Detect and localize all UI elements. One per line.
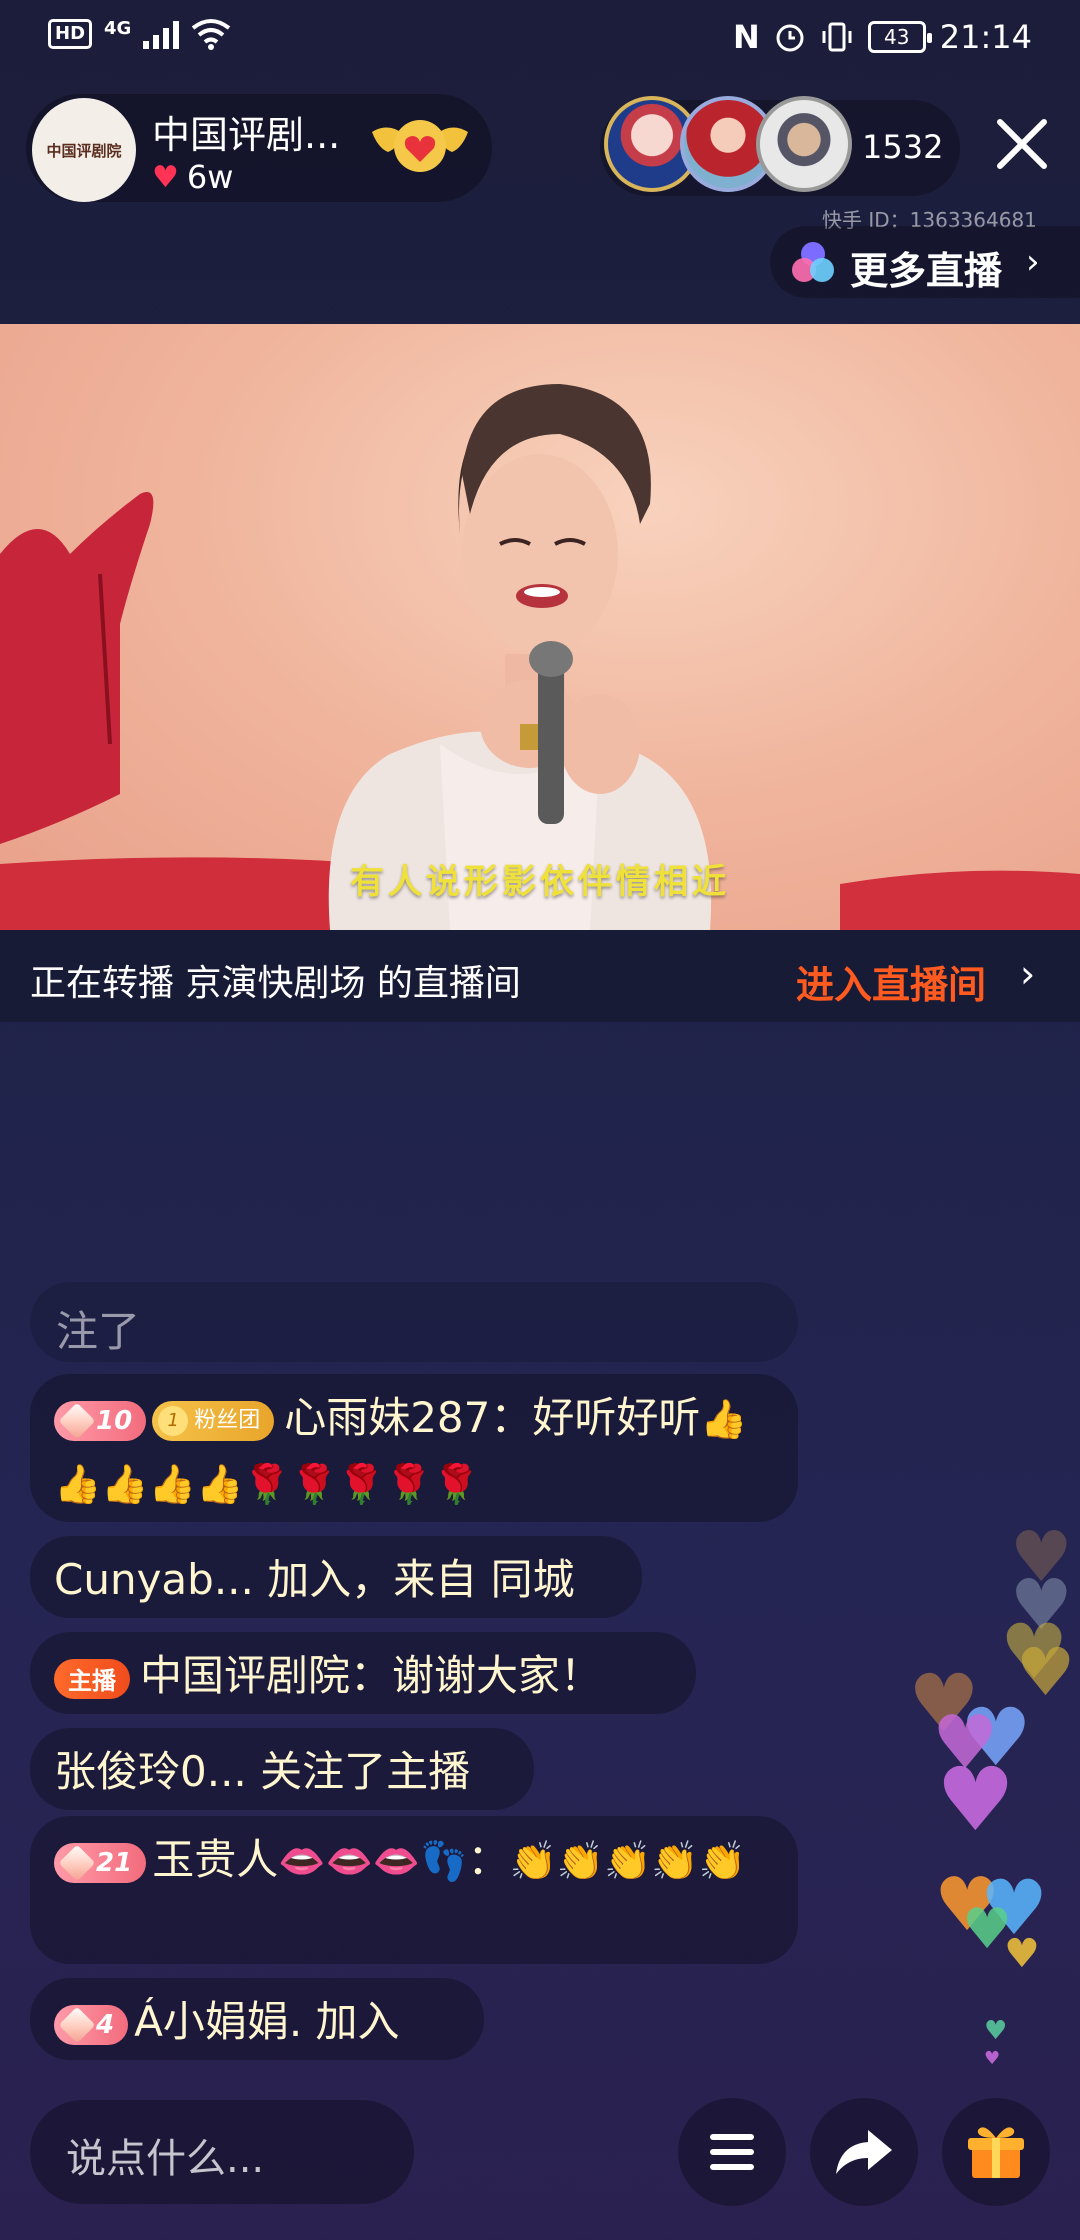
floating-heart-icon: ♥: [984, 2016, 1008, 2046]
chat-message[interactable]: 21 玉贵人👄👄👄👣：👏👏👏👏👏: [30, 1816, 798, 1964]
viewer-avatar[interactable]: [756, 96, 852, 192]
floating-heart-icon: ♥: [1004, 1931, 1040, 1977]
chat-message-host[interactable]: 主播 中国评剧院：谢谢大家！: [30, 1632, 696, 1714]
fan-level-value: 1: [158, 1405, 189, 1436]
status-left: HD 4G: [48, 18, 231, 50]
vibrate-icon: [822, 22, 852, 52]
chevron-right-icon: ›: [1026, 242, 1040, 282]
chat-join-message[interactable]: Cunyab... 加入，来自 同城: [30, 1536, 642, 1618]
live-video[interactable]: [0, 324, 1080, 930]
status-right: N 43 21:14: [733, 18, 1032, 56]
level-value: 21: [96, 1847, 133, 1878]
relay-text: 正在转播 京演快剧场 的直播间: [30, 963, 521, 1004]
chat-message-faded: 注了: [30, 1282, 798, 1362]
user-level-badge: 10: [54, 1400, 147, 1441]
gem-icon: [58, 2006, 96, 2043]
more-live-icon: [792, 242, 834, 282]
level-value: 4: [96, 2009, 115, 2040]
menu-icon: [710, 2134, 754, 2170]
chat-emojis: 👏👏👏👏👏: [509, 1839, 747, 1883]
chat-follow-message[interactable]: 张俊玲0... 关注了主播: [30, 1728, 534, 1810]
level-value: 10: [96, 1405, 133, 1436]
username-emojis: 👄👄👄👣: [278, 1839, 468, 1883]
gem-icon: [58, 1844, 96, 1881]
network-type: 4G: [104, 18, 132, 39]
fan-club-badge: 1 粉丝团: [152, 1400, 275, 1441]
viewer-count[interactable]: 1532: [862, 128, 943, 166]
share-button[interactable]: [810, 2098, 918, 2206]
chat-username[interactable]: 心雨妹287：: [284, 1393, 532, 1442]
user-level-badge: 4: [54, 2004, 129, 2045]
likes-value: 6w: [186, 158, 234, 196]
chat-message[interactable]: 10 1 粉丝团 心雨妹287：好听好听👍👍👍👍👍🌹🌹🌹🌹🌹: [30, 1374, 798, 1522]
gift-button[interactable]: [942, 2098, 1050, 2206]
streamer-name[interactable]: 中国评剧...: [152, 104, 340, 159]
streamer-avatar[interactable]: 中国评剧院: [32, 98, 136, 202]
floating-heart-icon: ♥: [936, 1748, 1015, 1851]
video-subtitle: 有人说形影依伴情相近: [350, 862, 730, 902]
gem-icon: [58, 1402, 96, 1439]
avatar-logo-text: 中国评剧院: [46, 141, 122, 160]
chat-colon: ：: [467, 1835, 510, 1884]
winged-heart-badge-icon[interactable]: [368, 112, 472, 182]
chat-text: 好听好听: [532, 1393, 701, 1442]
chat-join-message[interactable]: 4 Á小娟娟. 加入: [30, 1978, 484, 2060]
chat-username[interactable]: 玉贵人: [152, 1835, 278, 1884]
user-level-badge: 21: [54, 1842, 147, 1883]
signal-icon: [143, 19, 180, 49]
chat-text: Á小娟娟. 加入: [134, 1997, 400, 2046]
menu-button[interactable]: [678, 2098, 786, 2206]
likes-count: ♥ 6w: [152, 158, 233, 196]
chat-text: Cunyab... 加入，来自 同城: [54, 1555, 575, 1604]
battery-icon: 43: [867, 21, 932, 53]
hd-badge: HD: [48, 19, 93, 49]
clock: 21:14: [939, 18, 1032, 56]
chat-text: 张俊玲0... 关注了主播: [54, 1747, 471, 1796]
chat-text: 中国评剧院：谢谢大家！: [140, 1651, 603, 1700]
fan-club-label: 粉丝团: [194, 1407, 261, 1433]
more-live-label[interactable]: 更多直播: [850, 240, 1002, 295]
close-icon[interactable]: [990, 112, 1054, 176]
heart-icon: ♥: [152, 159, 179, 195]
share-arrow-icon: [836, 2130, 892, 2174]
wifi-icon: [192, 19, 231, 50]
status-bar: HD 4G N 43 21:14: [0, 0, 1080, 80]
gift-icon: [968, 2127, 1024, 2178]
comment-input[interactable]: 说点什么...: [30, 2100, 414, 2204]
floating-heart-icon: ♥: [984, 2048, 1001, 2069]
video-frame: [0, 384, 1080, 930]
alarm-icon: [776, 24, 804, 52]
enter-room-button[interactable]: 进入直播间: [796, 954, 986, 1009]
nfc-icon: N: [733, 18, 760, 56]
chevron-right-icon[interactable]: ›: [1020, 952, 1035, 996]
host-badge: 主播: [54, 1658, 130, 1699]
